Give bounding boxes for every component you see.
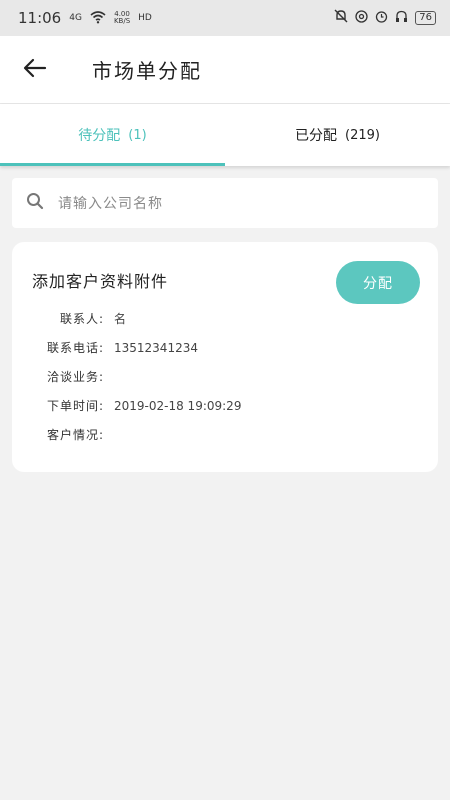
order-time-value: 2019-02-18 19:09:29 <box>114 398 242 413</box>
bell-mute-icon <box>334 9 348 27</box>
card-title: 添加客户资料附件 <box>32 272 169 291</box>
phone-value: 13512341234 <box>114 340 198 355</box>
page-title: 市场单分配 <box>92 59 202 83</box>
contact-label: 联系人: <box>59 312 104 326</box>
back-button[interactable] <box>0 36 70 104</box>
order-card: 添加客户资料附件 分配 联系人: 名 联系电话: 13512341234 洽谈业… <box>12 242 438 472</box>
battery-icon: 76 <box>415 11 436 25</box>
business-label: 洽谈业务: <box>46 370 104 384</box>
wifi-icon <box>90 9 106 28</box>
network-speed: 4.00 KB/S <box>114 11 130 25</box>
status-right: 76 <box>334 9 436 27</box>
assign-button[interactable]: 分配 <box>336 261 420 304</box>
headphone-icon <box>395 10 408 27</box>
tab-bar: 待分配 (1) 已分配 (219) <box>0 104 450 166</box>
search-placeholder: 请输入公司名称 <box>58 196 163 212</box>
search-icon <box>26 192 44 214</box>
alarm-icon <box>375 10 388 27</box>
tab-pending-label: 待分配 <box>78 128 121 144</box>
speed-unit: KB/S <box>113 17 131 25</box>
app-header: 市场单分配 <box>0 36 450 104</box>
info-row-business: 洽谈业务: <box>12 362 438 391</box>
phone-label: 联系电话: <box>46 341 104 355</box>
hd-icon: HD <box>138 12 152 23</box>
search-input[interactable]: 请输入公司名称 <box>12 178 438 228</box>
at-icon <box>355 9 368 27</box>
status-left: 11:06 4G 4.00 KB/S HD <box>18 9 152 28</box>
tab-assigned-label: 已分配 <box>295 128 338 144</box>
status-bar: 11:06 4G 4.00 KB/S HD 76 <box>0 0 450 36</box>
tab-pending-count: (1) <box>128 127 147 143</box>
info-row-customer-status: 客户情况: <box>12 420 438 449</box>
tab-assigned-count: (219) <box>345 127 380 143</box>
signal-icon: 4G <box>69 12 82 23</box>
status-time: 11:06 <box>18 9 62 27</box>
info-list: 联系人: 名 联系电话: 13512341234 洽谈业务: 下单时间: 201… <box>12 304 438 449</box>
order-time-label: 下单时间: <box>46 399 104 413</box>
info-row-order-time: 下单时间: 2019-02-18 19:09:29 <box>12 391 438 420</box>
arrow-left-icon <box>23 58 47 82</box>
info-row-phone: 联系电话: 13512341234 <box>12 333 438 362</box>
contact-value: 名 <box>114 312 127 326</box>
info-row-contact: 联系人: 名 <box>12 304 438 333</box>
customer-status-label: 客户情况: <box>46 428 104 442</box>
tab-assigned[interactable]: 已分配 (219) <box>225 104 450 166</box>
tab-pending[interactable]: 待分配 (1) <box>0 104 225 166</box>
